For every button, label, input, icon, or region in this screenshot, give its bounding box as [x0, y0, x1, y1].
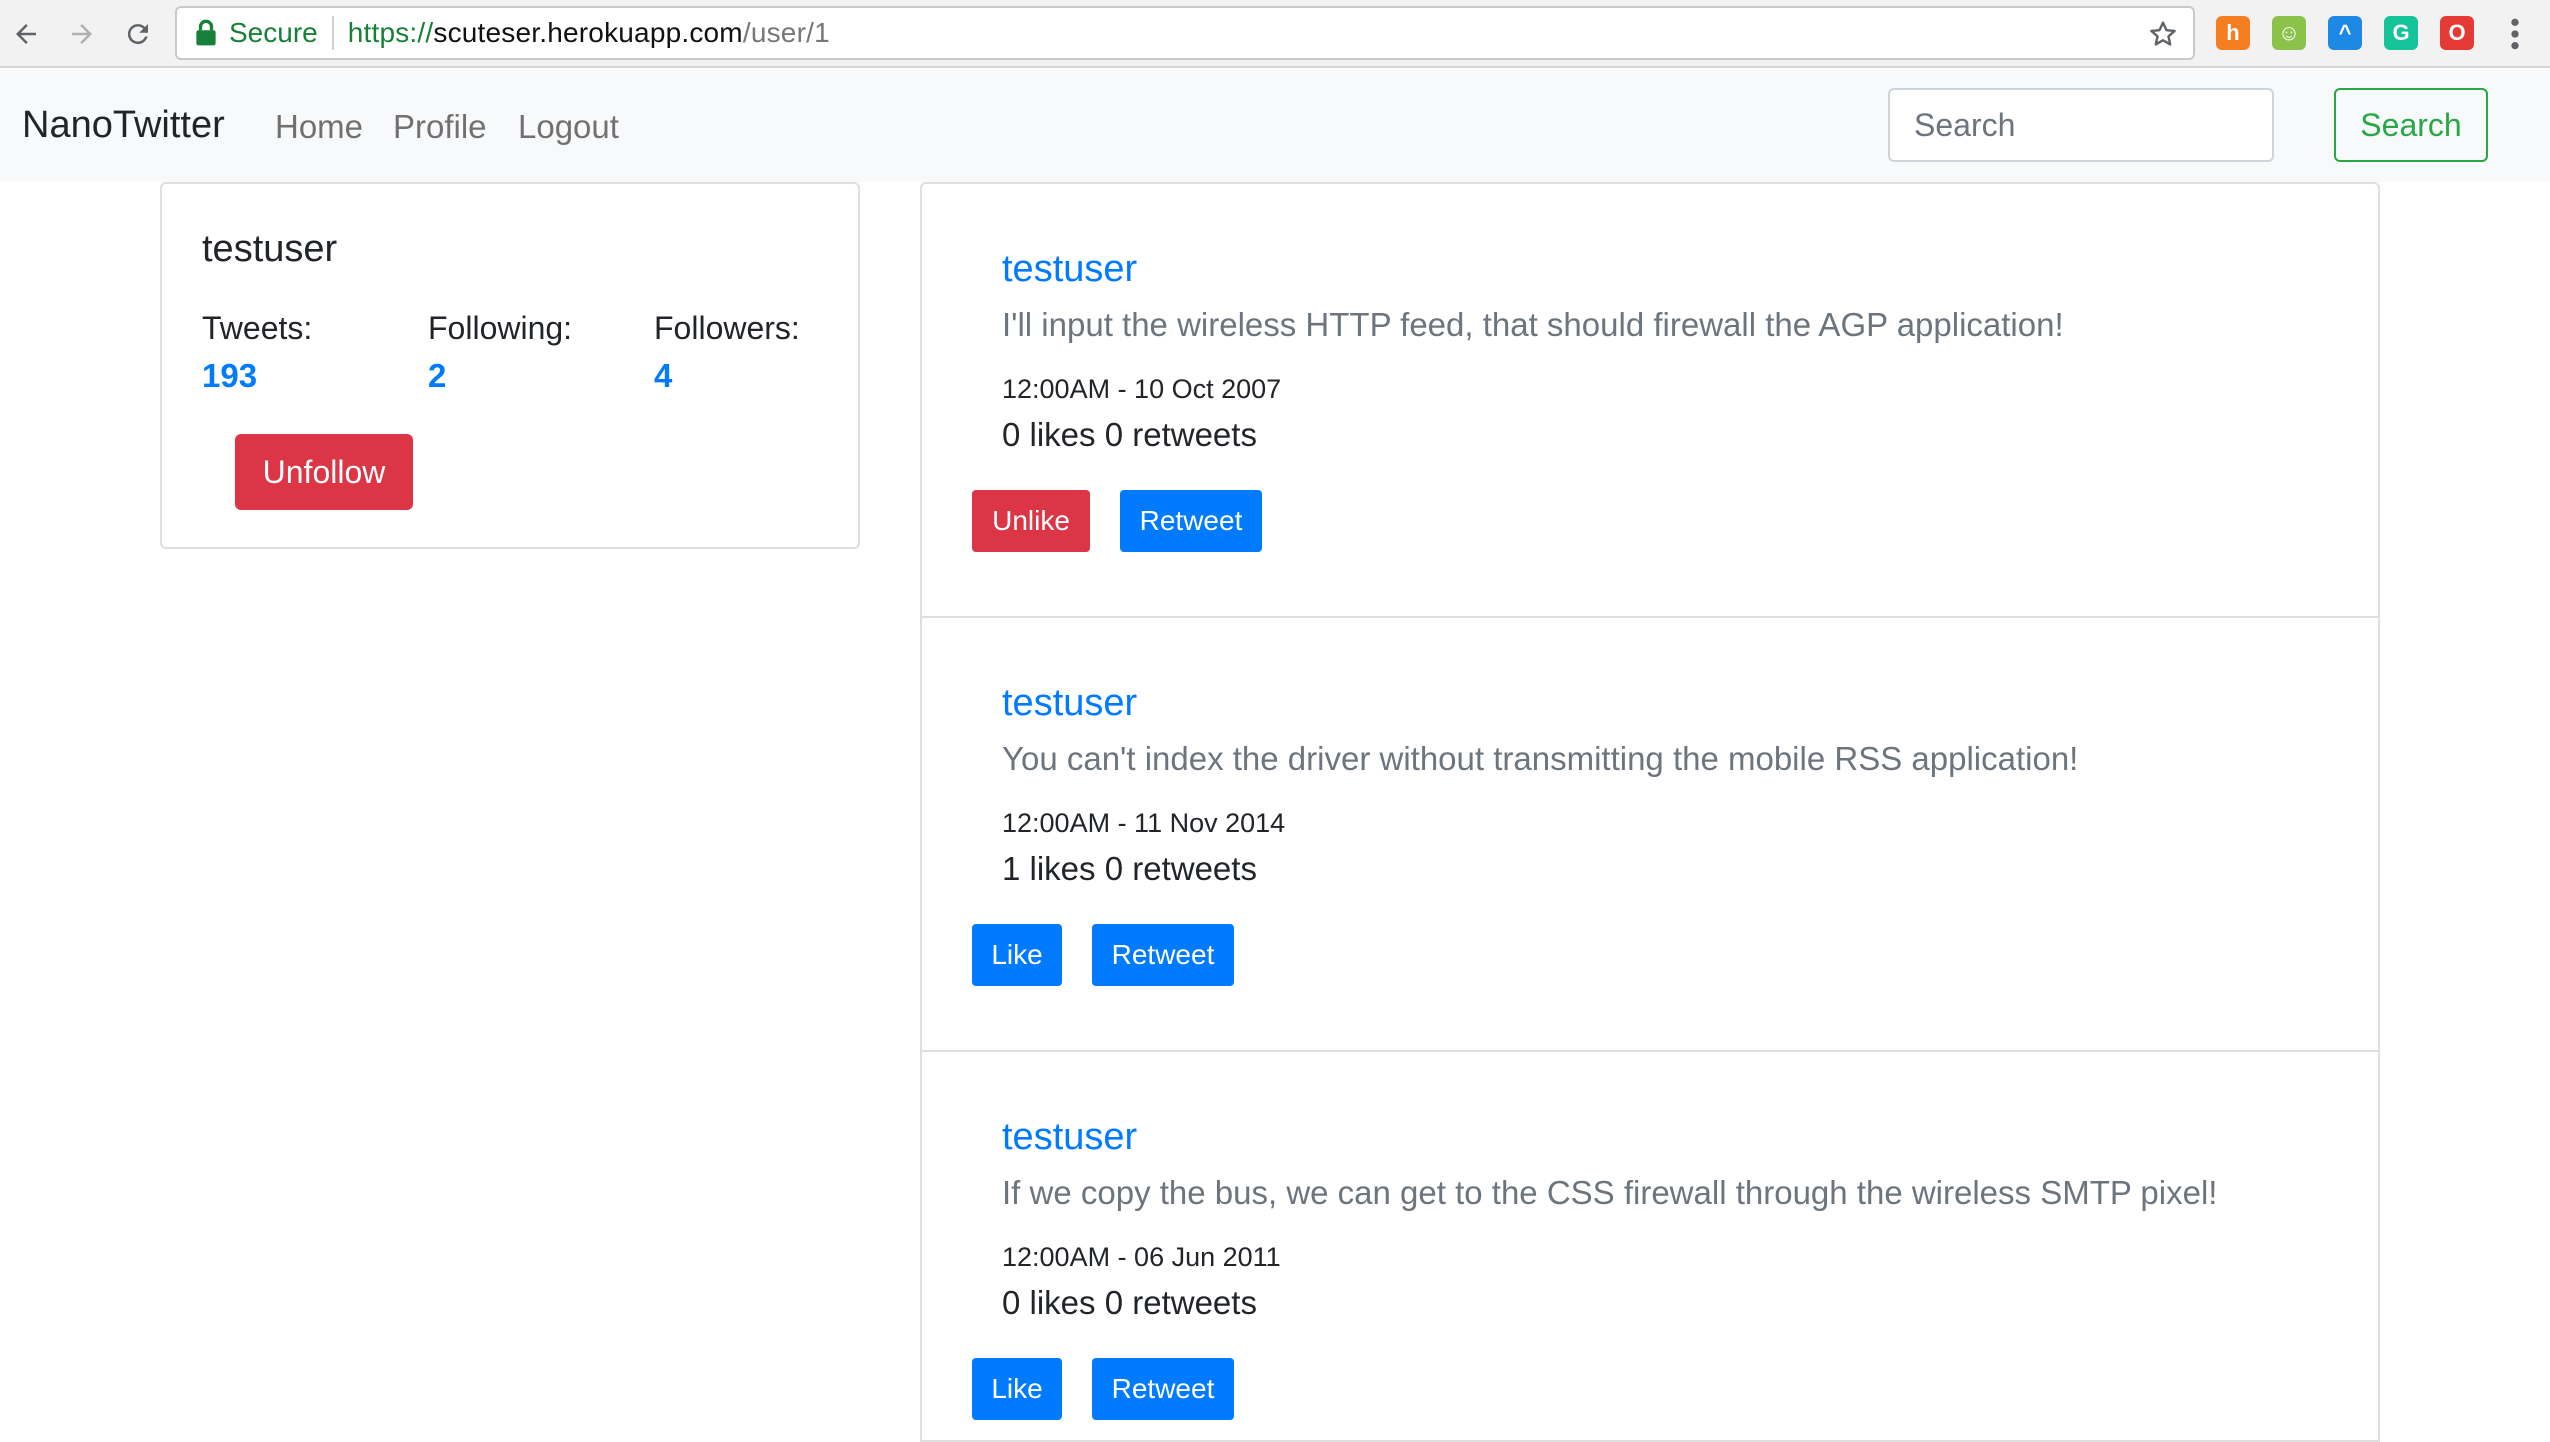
search-input[interactable]	[1888, 88, 2274, 162]
analytics-extension-icon[interactable]: ^	[2328, 16, 2362, 50]
tweet-counts: 0 likes 0 retweets	[1002, 1284, 1257, 1321]
stat-following-label: Following:	[428, 310, 573, 346]
url-host: scuteser.herokuapp.com	[433, 17, 743, 48]
stat-followers-label: Followers:	[654, 310, 800, 346]
lock-icon	[196, 19, 216, 46]
tweet-counts: 1 likes 0 retweets	[1002, 850, 1257, 887]
stat-following: Following: 2	[428, 310, 628, 395]
stat-following-value[interactable]: 2	[428, 357, 628, 395]
tweet-text: If we copy the bus, we can get to the CS…	[1002, 1174, 2218, 1211]
tweet-text: You can't index the driver without trans…	[1002, 740, 2079, 777]
tweet-timestamp: 12:00AM - 06 Jun 2011	[1002, 1242, 1281, 1272]
tweet-author-link[interactable]: testuser	[1002, 682, 1137, 725]
retweet-button[interactable]: Retweet	[1092, 924, 1234, 986]
stat-followers: Followers: 4	[654, 310, 854, 395]
tweet-text: I'll input the wireless HTTP feed, that …	[1002, 306, 2064, 343]
url-scheme: https://	[347, 17, 434, 48]
profile-username: testuser	[202, 228, 338, 270]
opera-extension-icon[interactable]: O	[2440, 16, 2474, 50]
browser-toolbar: Secure https://scuteser.herokuapp.com/us…	[0, 0, 2550, 68]
tweet-author-link[interactable]: testuser	[1002, 1116, 1137, 1159]
url-path: /user/1	[742, 17, 830, 48]
site-navbar: NanoTwitter Home Profile Logout Search	[0, 70, 2550, 182]
stat-tweets: Tweets: 193	[202, 310, 402, 395]
nav-link-logout[interactable]: Logout	[518, 108, 619, 146]
retweet-button[interactable]: Retweet	[1092, 1358, 1234, 1420]
nav-link-home[interactable]: Home	[275, 108, 363, 146]
unfollow-button[interactable]: Unfollow	[235, 434, 413, 510]
like-button[interactable]: Like	[972, 1358, 1062, 1420]
nav-link-profile[interactable]: Profile	[393, 108, 487, 146]
forward-icon[interactable]	[62, 14, 102, 54]
tweet-counts: 0 likes 0 retweets	[1002, 416, 1257, 453]
tweet-timestamp: 12:00AM - 10 Oct 2007	[1002, 374, 1282, 404]
tweet-feed: testuser I'll input the wireless HTTP fe…	[920, 182, 2380, 1442]
grammarly-extension-icon[interactable]: G	[2384, 16, 2418, 50]
back-icon[interactable]	[6, 14, 46, 54]
address-bar[interactable]: Secure https://scuteser.herokuapp.com/us…	[175, 6, 2195, 60]
unlike-button[interactable]: Unlike	[972, 490, 1090, 552]
honey-extension-icon[interactable]: h	[2216, 16, 2250, 50]
like-button[interactable]: Like	[972, 924, 1062, 986]
profile-card: testuser Tweets: 193 Following: 2 Follow…	[160, 182, 860, 549]
stat-tweets-value[interactable]: 193	[202, 357, 402, 395]
tweet-card: testuser I'll input the wireless HTTP fe…	[922, 184, 2378, 618]
tweet-card: testuser You can't index the driver with…	[922, 618, 2378, 1052]
stat-tweets-label: Tweets:	[202, 310, 313, 346]
tweet-author-link[interactable]: testuser	[1002, 248, 1137, 291]
tweet-card: testuser If we copy the bus, we can get …	[922, 1052, 2378, 1440]
search-button[interactable]: Search	[2334, 88, 2488, 162]
stat-followers-value[interactable]: 4	[654, 357, 854, 395]
tampermonkey-extension-icon[interactable]: ☺	[2272, 16, 2306, 50]
brand-logo[interactable]: NanoTwitter	[22, 104, 225, 147]
url-text[interactable]: https://scuteser.herokuapp.com/user/1	[348, 17, 830, 49]
bookmark-star-icon[interactable]	[2147, 18, 2179, 50]
browser-menu-icon[interactable]	[2505, 14, 2525, 54]
retweet-button[interactable]: Retweet	[1120, 490, 1262, 552]
tweet-timestamp: 12:00AM - 11 Nov 2014	[1002, 808, 1286, 838]
secure-label: Secure	[229, 16, 334, 50]
reload-icon[interactable]	[118, 14, 158, 54]
